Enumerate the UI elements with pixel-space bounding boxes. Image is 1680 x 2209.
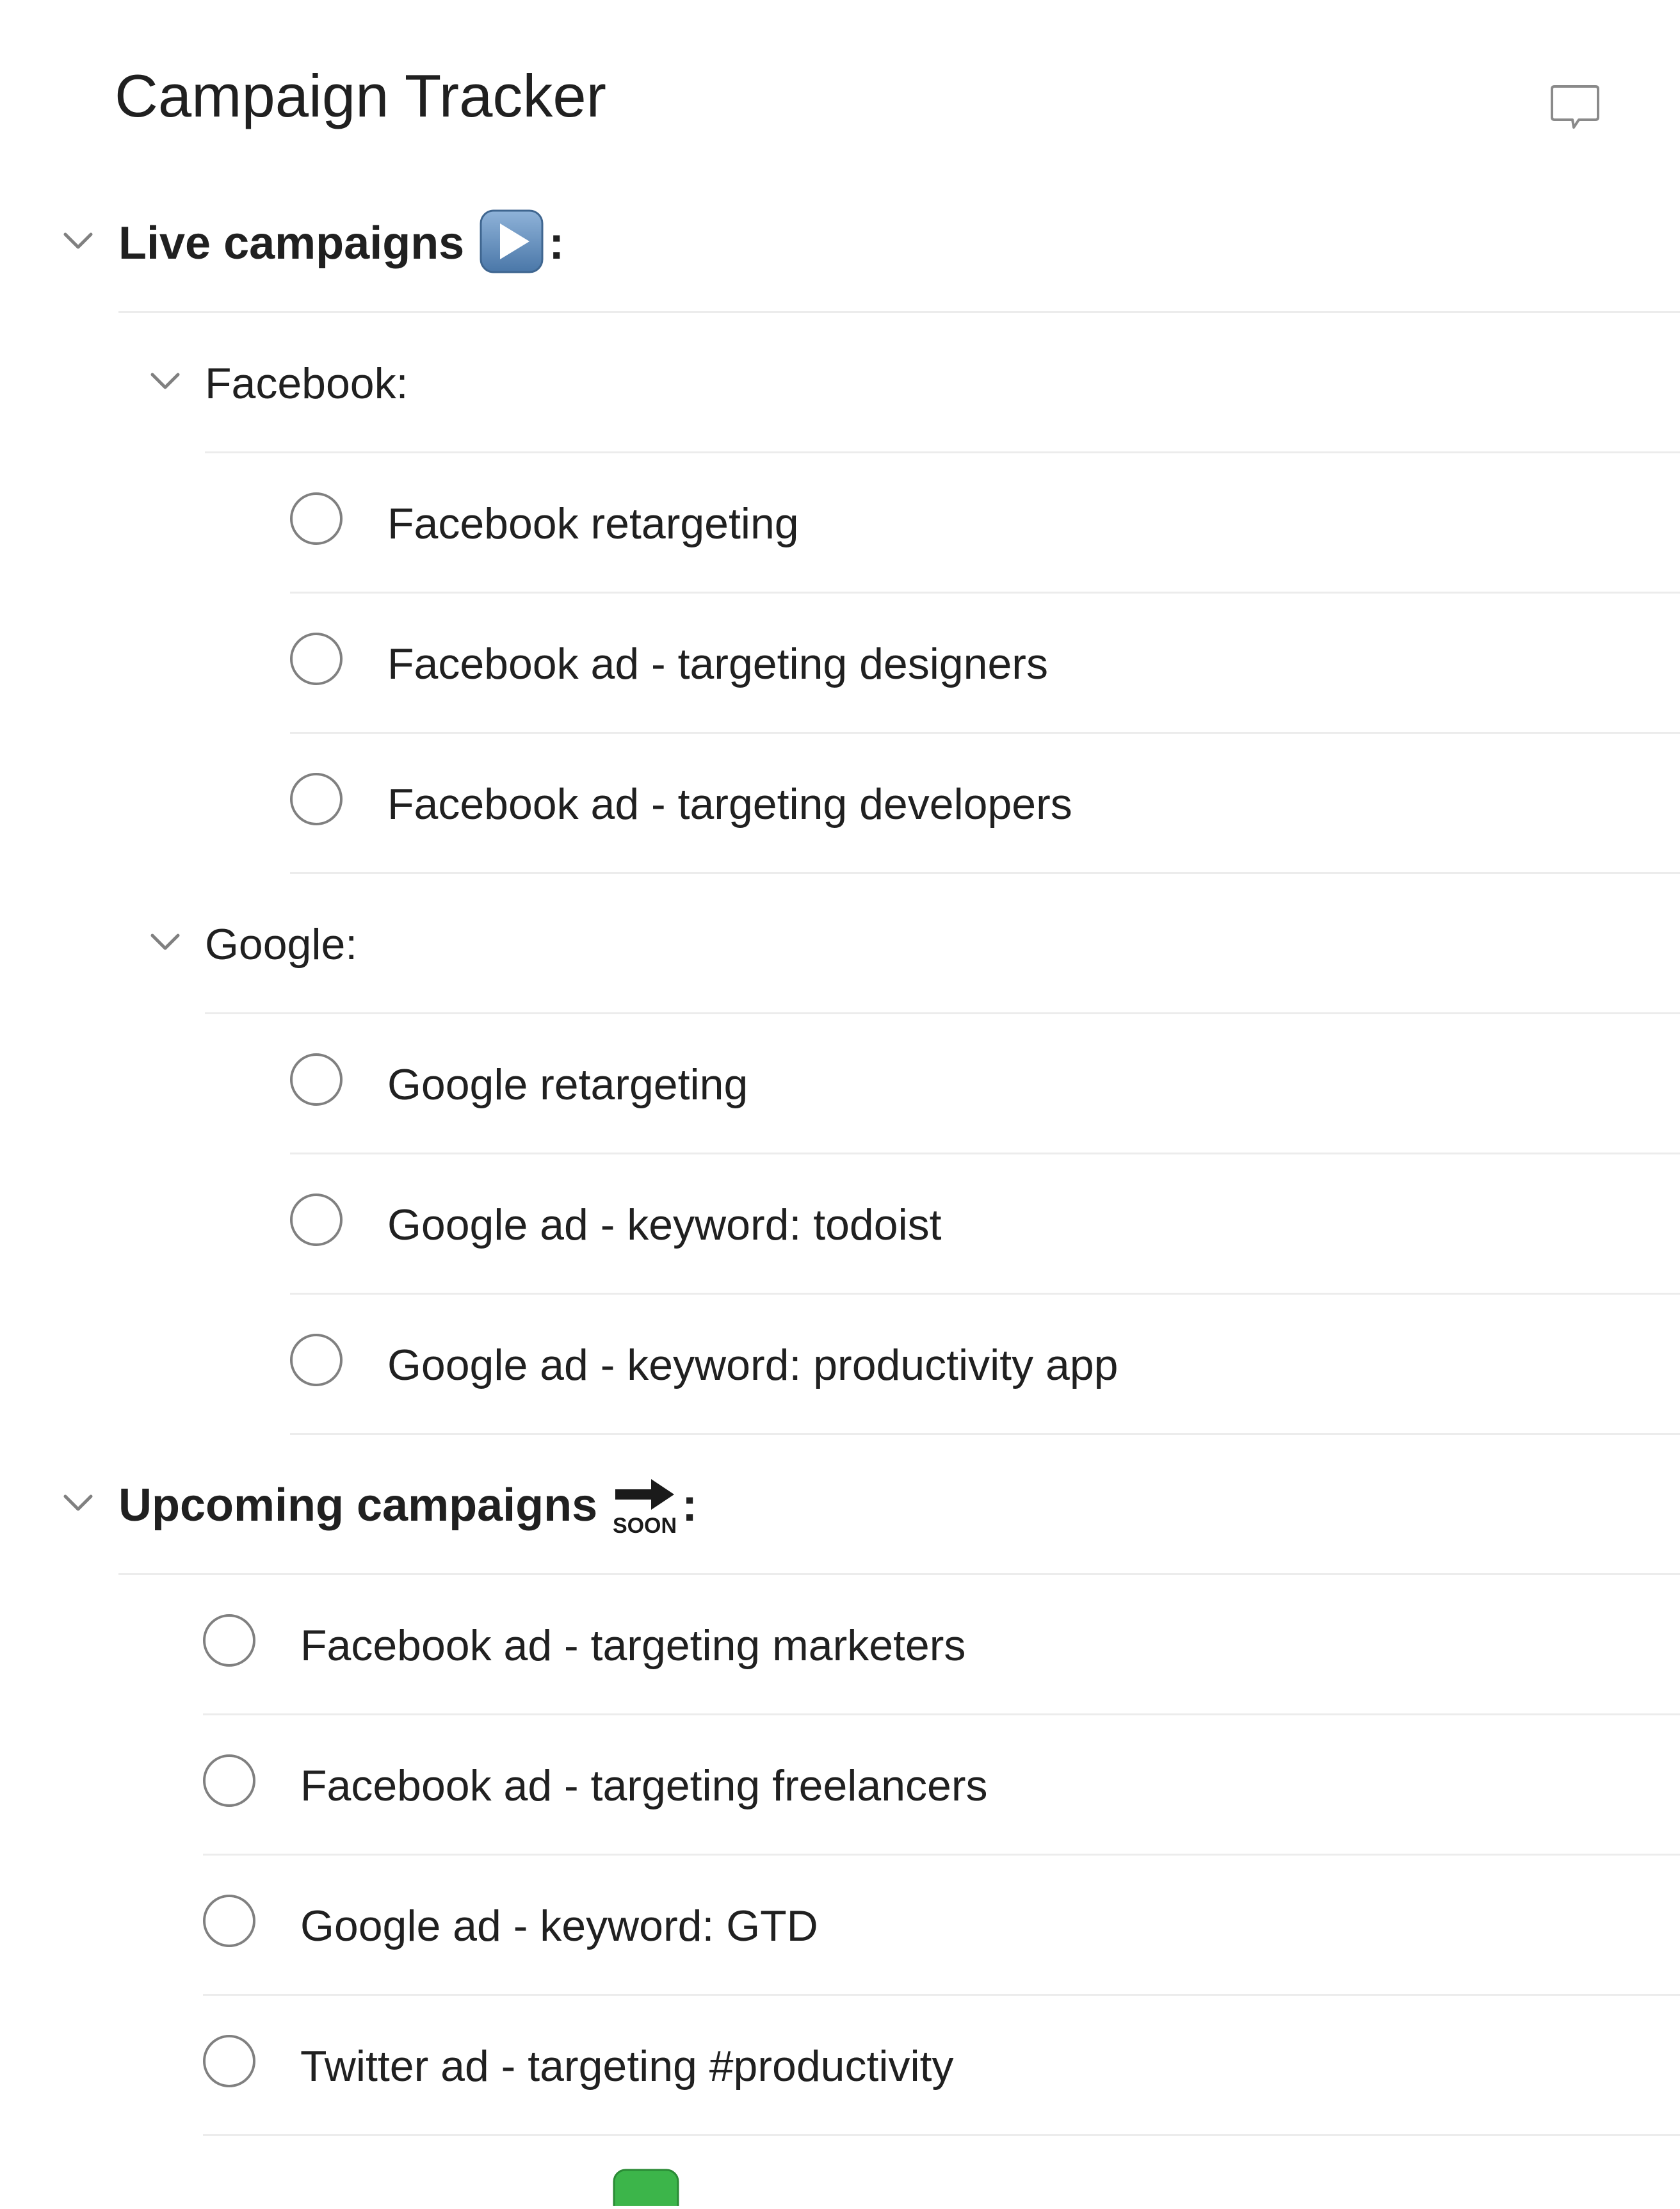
section-title-upcoming: Upcoming campaigns SOON :: [118, 1436, 697, 1575]
section-label: Upcoming campaigns: [118, 1480, 598, 1531]
task-row[interactable]: Facebook ad - targeting marketers: [203, 1576, 1680, 1715]
task-content: Google ad - keyword: productivity app: [387, 1341, 1119, 1389]
collapse-upcoming-chevron-icon[interactable]: [59, 1484, 97, 1522]
soon-text: SOON: [613, 1514, 677, 1538]
section-header-upcoming[interactable]: Upcoming campaigns SOON :: [118, 1436, 1680, 1575]
task-content: Facebook retargeting: [387, 499, 799, 548]
collapse-google-chevron-icon[interactable]: [146, 923, 184, 961]
task-content: Facebook ad - targeting freelancers: [300, 1761, 988, 1810]
collapse-facebook-chevron-icon[interactable]: [146, 362, 184, 400]
task-content: Google ad - keyword: GTD: [300, 1902, 818, 1950]
section-label: Live campaigns: [118, 218, 465, 269]
section-title-live: Live campaigns :: [118, 174, 564, 313]
group-label-facebook: Facebook:: [205, 359, 408, 408]
task-content: Google ad - keyword: todoist: [387, 1201, 942, 1249]
task-row[interactable]: Facebook ad - targeting developers: [290, 734, 1680, 874]
task-content: Twitter ad - targeting #productivity: [300, 2042, 954, 2091]
task-content: Facebook ad - targeting developers: [387, 780, 1072, 829]
page-title: Campaign Tracker: [115, 62, 606, 129]
group-header-google[interactable]: Google:: [205, 875, 1680, 1014]
task-row[interactable]: Google ad - keyword: todoist: [290, 1155, 1680, 1295]
check-mark-emoji-icon: [611, 2167, 682, 2209]
task-row[interactable]: Google ad - keyword: productivity app: [290, 1295, 1680, 1435]
task-content: Facebook ad - targeting marketers: [300, 1621, 966, 1670]
task-row[interactable]: Twitter ad - targeting #productivity: [203, 1996, 1680, 2136]
soon-arrow-icon: SOON: [611, 1471, 678, 1538]
task-row[interactable]: Facebook ad - targeting designers: [290, 594, 1680, 734]
play-button-icon: [478, 208, 545, 275]
task-row[interactable]: Google ad - keyword: GTD: [203, 1856, 1680, 1996]
section-header-live[interactable]: Live campaigns :: [118, 174, 1680, 313]
task-content: Google retargeting: [387, 1060, 748, 1109]
section-suffix: :: [549, 218, 565, 269]
task-row[interactable]: Facebook retargeting: [290, 454, 1680, 594]
collapse-live-chevron-icon[interactable]: [59, 222, 97, 260]
header: Campaign Tracker: [0, 0, 1680, 179]
task-row[interactable]: Google retargeting: [290, 1015, 1680, 1154]
section-suffix: :: [682, 1480, 698, 1531]
group-label-google: Google:: [205, 920, 358, 969]
task-content: Facebook ad - targeting designers: [387, 640, 1048, 688]
task-row[interactable]: Facebook ad - targeting freelancers: [203, 1716, 1680, 1856]
group-header-facebook[interactable]: Facebook:: [205, 314, 1680, 453]
comment-icon: [1551, 85, 1599, 129]
comment-button[interactable]: [1548, 81, 1602, 135]
